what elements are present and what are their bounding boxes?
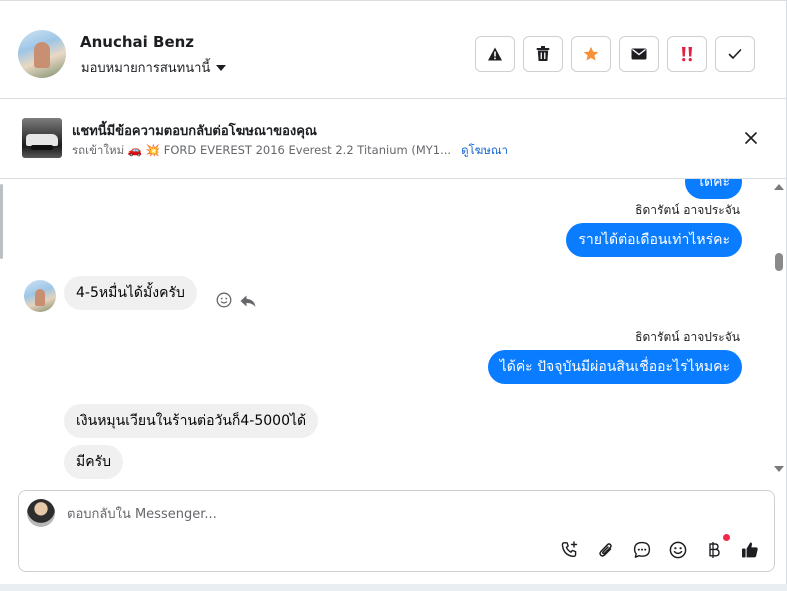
reply-button[interactable] xyxy=(240,293,256,312)
ad-banner-title: แชทนี้มีข้อความตอบกลับต่อโฆษณาของคุณ xyxy=(72,124,317,139)
assign-conversation-dropdown[interactable]: มอบหมายการสนทนานี้ xyxy=(81,57,227,78)
reply-composer xyxy=(18,490,775,572)
messenger-conversation-panel: Anuchai Benz มอบหมายการสนทนานี้ แชทนี้มี… xyxy=(0,0,787,591)
message-bubble-incoming[interactable]: มีครับ xyxy=(64,445,123,479)
delete-button[interactable] xyxy=(523,36,563,72)
view-ad-link[interactable]: ดูโฆษณา xyxy=(461,143,508,157)
header-actions xyxy=(475,36,755,72)
message-scrollbar[interactable] xyxy=(770,179,786,479)
star-icon xyxy=(583,46,599,61)
reply-icon xyxy=(240,295,256,307)
message-bubble-incoming[interactable]: เงินหมุนเวียนในร้านต่อวันก็4-5000ได้ xyxy=(64,404,319,438)
scroll-thumb[interactable] xyxy=(775,253,783,271)
contact-avatar[interactable] xyxy=(18,30,66,78)
contact-message-avatar xyxy=(24,280,56,312)
mail-icon xyxy=(631,48,647,60)
emoji-icon xyxy=(216,292,232,308)
call-button[interactable] xyxy=(559,539,581,561)
message-bubble-outgoing[interactable]: รายได้ต่อเดือนเท่าไหร่คะ xyxy=(566,223,742,257)
baht-icon xyxy=(709,542,720,558)
caret-down-icon xyxy=(216,65,227,71)
message-sender-name: ธิดารัตน์ อาจประจัน xyxy=(635,203,740,217)
assign-label: มอบหมายการสนทนานี้ xyxy=(81,61,211,76)
emoji-button[interactable] xyxy=(667,539,689,561)
like-button[interactable] xyxy=(739,539,761,561)
ad-banner-subtitle: รถเข้าใหม่ 🚗 💥 FORD EVEREST 2016 Everest… xyxy=(72,142,508,160)
ad-description: รถเข้าใหม่ 🚗 💥 FORD EVEREST 2016 Everest… xyxy=(72,143,452,157)
urgent-icon xyxy=(682,47,692,62)
emoji-icon xyxy=(669,541,687,559)
react-button[interactable] xyxy=(216,292,232,312)
message-thread: ได้ค่ะ ธิดารัตน์ อาจประจัน รายได้ต่อเดือ… xyxy=(0,179,786,479)
star-button[interactable] xyxy=(571,36,611,72)
message-bubble-incoming[interactable]: 4-5หมื่นได้มั้งครับ xyxy=(64,276,197,310)
contact-name[interactable]: Anuchai Benz xyxy=(80,33,194,51)
page-avatar xyxy=(27,499,55,527)
composer-tools xyxy=(559,534,761,561)
trash-icon xyxy=(536,46,550,61)
chat-bubble-icon xyxy=(633,541,651,558)
attach-button[interactable] xyxy=(595,539,617,561)
bottom-edge xyxy=(0,584,787,591)
paperclip-icon xyxy=(599,543,612,557)
close-banner-button[interactable] xyxy=(740,127,762,149)
reply-input[interactable] xyxy=(67,503,747,525)
notification-dot xyxy=(723,534,730,541)
scroll-up-arrow-icon[interactable] xyxy=(774,184,784,190)
mark-urgent-button[interactable] xyxy=(667,36,707,72)
thumbs-up-icon xyxy=(742,542,758,558)
message-sender-name: ธิดารัตน์ อาจประจัน xyxy=(635,330,740,344)
close-icon xyxy=(745,132,757,144)
call-add-icon xyxy=(561,541,578,558)
message-bubble-outgoing[interactable]: ได้ค่ะ ปัจจุบันมีผ่อนสินเชื่ออะไรไหมคะ xyxy=(487,350,742,384)
report-button[interactable] xyxy=(475,36,515,72)
message-bubble-outgoing[interactable]: ได้ค่ะ xyxy=(684,179,742,199)
saved-replies-button[interactable] xyxy=(631,539,653,561)
ad-thumbnail[interactable] xyxy=(22,118,62,158)
payment-button[interactable] xyxy=(703,534,730,561)
conversation-header: Anuchai Benz มอบหมายการสนทนานี้ xyxy=(0,9,786,99)
mark-done-button[interactable] xyxy=(715,36,755,72)
ad-reply-banner: แชทนี้มีข้อความตอบกลับต่อโฆษณาของคุณ รถเ… xyxy=(0,100,786,179)
report-icon xyxy=(488,47,502,61)
check-icon xyxy=(728,49,742,59)
mark-unread-button[interactable] xyxy=(619,36,659,72)
scroll-down-arrow-icon[interactable] xyxy=(774,466,784,472)
